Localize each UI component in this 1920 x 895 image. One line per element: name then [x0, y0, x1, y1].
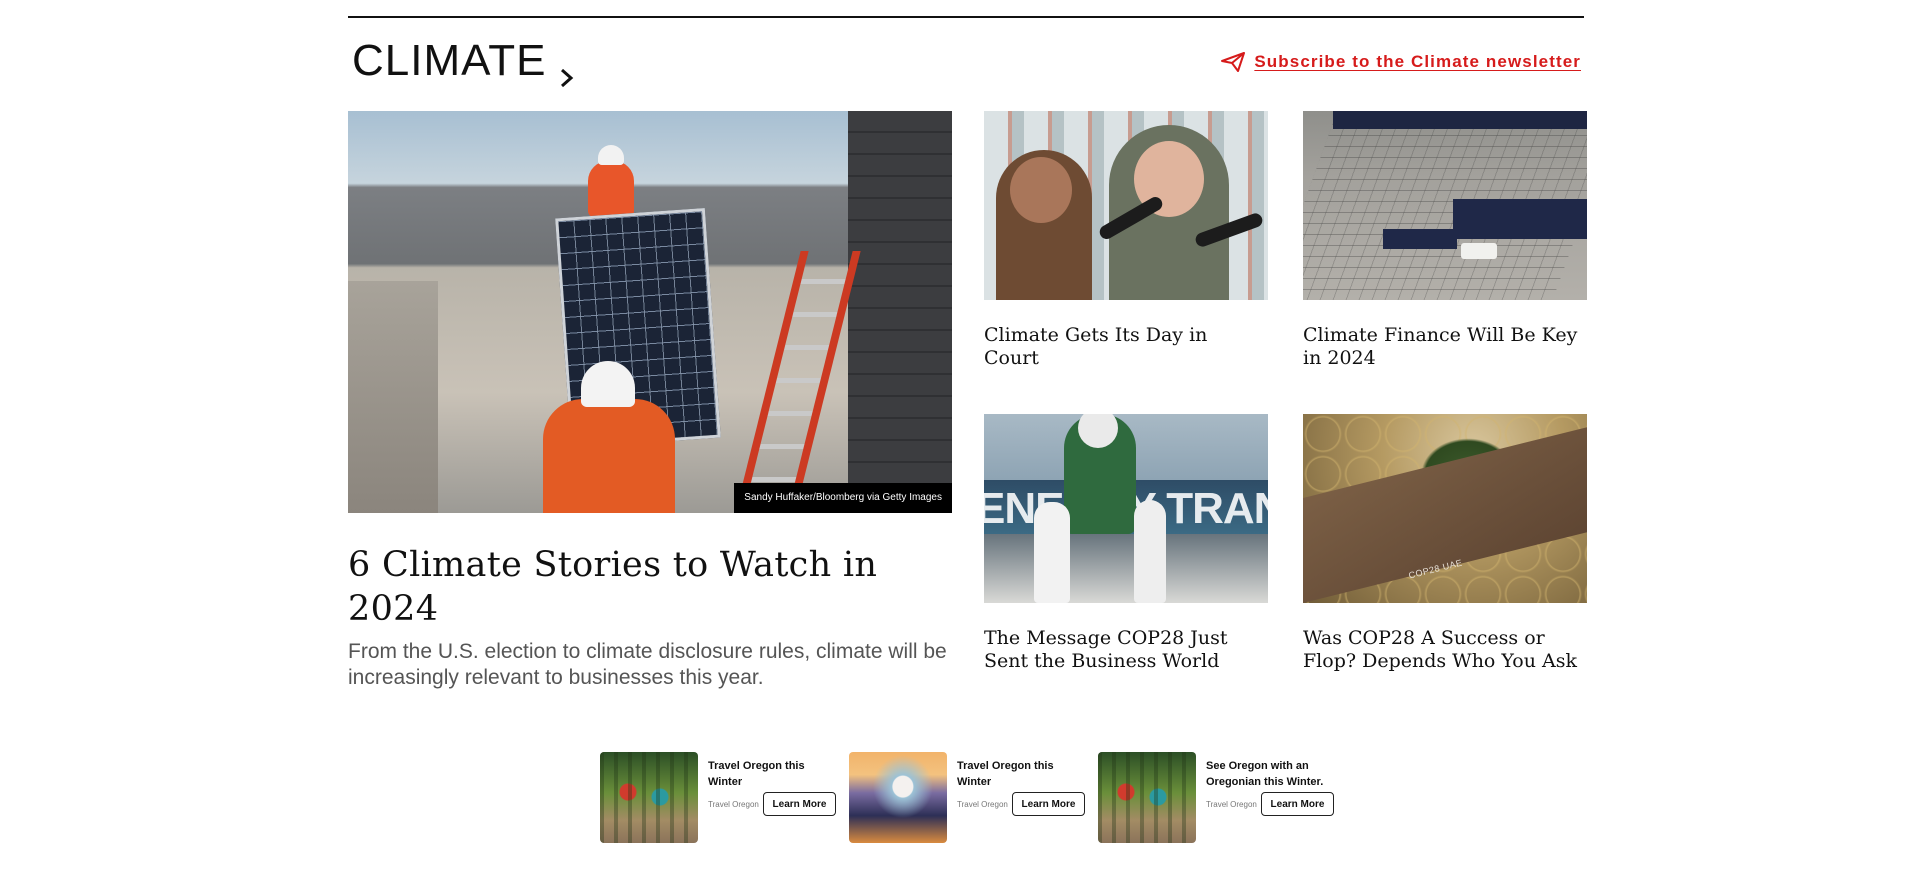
image-man-left — [1034, 502, 1070, 603]
section-title: CLIMATE — [352, 36, 547, 85]
ad-image[interactable] — [849, 752, 947, 843]
sponsored-ads: Travel Oregon this Winter Travel Oregon … — [600, 752, 1334, 844]
subscribe-newsletter-link[interactable]: Subscribe to the Climate newsletter — [1220, 51, 1581, 73]
ad-title[interactable]: See Oregon with an Oregonian this Winter… — [1206, 758, 1334, 790]
subscribe-label: Subscribe to the Climate newsletter — [1254, 52, 1581, 71]
photo-credit: Sandy Huffaker/Bloomberg via Getty Image… — [734, 483, 952, 513]
ad-title[interactable]: Travel Oregon this Winter — [957, 758, 1085, 790]
learn-more-button[interactable]: Learn More — [1012, 792, 1085, 816]
image-panel-row — [1383, 229, 1457, 249]
ad-image[interactable] — [600, 752, 698, 843]
story-title[interactable]: Climate Gets Its Day in Court — [984, 324, 1268, 370]
ad-card[interactable]: See Oregon with an Oregonian this Winter… — [1098, 752, 1334, 844]
story-title[interactable]: Was COP28 A Success or Flop? Depends Who… — [1303, 627, 1587, 673]
image-truck — [1461, 243, 1497, 259]
story-card[interactable]: Climate Finance Will Be Key in 2024 — [1303, 111, 1587, 370]
ad-card[interactable]: Travel Oregon this Winter Travel Oregon … — [849, 752, 1085, 844]
feature-image[interactable]: Sandy Huffaker/Bloomberg via Getty Image… — [348, 111, 952, 513]
story-card[interactable]: COP28 UAE Was COP28 A Success or Flop? D… — [1303, 414, 1587, 673]
chevron-right-icon — [556, 50, 578, 88]
image-worker — [1064, 414, 1136, 534]
feature-story[interactable]: Sandy Huffaker/Bloomberg via Getty Image… — [348, 111, 952, 691]
ad-title[interactable]: Travel Oregon this Winter — [708, 758, 836, 790]
ad-source: Travel Oregon — [708, 800, 759, 809]
learn-more-button[interactable]: Learn More — [763, 792, 836, 816]
section-title-link[interactable]: CLIMATE — [352, 36, 578, 88]
story-title[interactable]: The Message COP28 Just Sent the Business… — [984, 627, 1268, 673]
story-title[interactable]: Climate Finance Will Be Key in 2024 — [1303, 324, 1587, 370]
ad-card[interactable]: Travel Oregon this Winter Travel Oregon … — [600, 752, 836, 844]
story-image[interactable]: COP28 UAE — [1303, 414, 1587, 603]
ad-image[interactable] — [1098, 752, 1196, 843]
story-card[interactable]: ENERGY TRANSITION The Message COP28 Just… — [984, 414, 1268, 673]
image-worker-top — [588, 145, 634, 217]
image-ladder — [735, 251, 861, 513]
image-man-right — [1134, 500, 1166, 603]
learn-more-button[interactable]: Learn More — [1261, 792, 1334, 816]
feature-headline[interactable]: 6 Climate Stories to Watch in 2024 — [348, 543, 952, 631]
story-image[interactable]: ENERGY TRANSITION — [984, 414, 1268, 603]
image-chimney — [848, 111, 952, 513]
section-divider — [348, 16, 1584, 18]
image-worker-bottom — [543, 361, 675, 513]
ad-source: Travel Oregon — [1206, 800, 1257, 809]
feature-dek: From the U.S. election to climate disclo… — [348, 640, 947, 689]
ad-source: Travel Oregon — [957, 800, 1008, 809]
image-face-left — [1010, 157, 1072, 223]
image-panel-row — [1453, 199, 1587, 239]
story-image[interactable] — [1303, 111, 1587, 300]
image-wall-left — [348, 281, 438, 513]
story-image[interactable] — [984, 111, 1268, 300]
story-card[interactable]: Climate Gets Its Day in Court — [984, 111, 1268, 370]
send-icon — [1220, 51, 1246, 73]
image-panel-row — [1333, 111, 1587, 129]
